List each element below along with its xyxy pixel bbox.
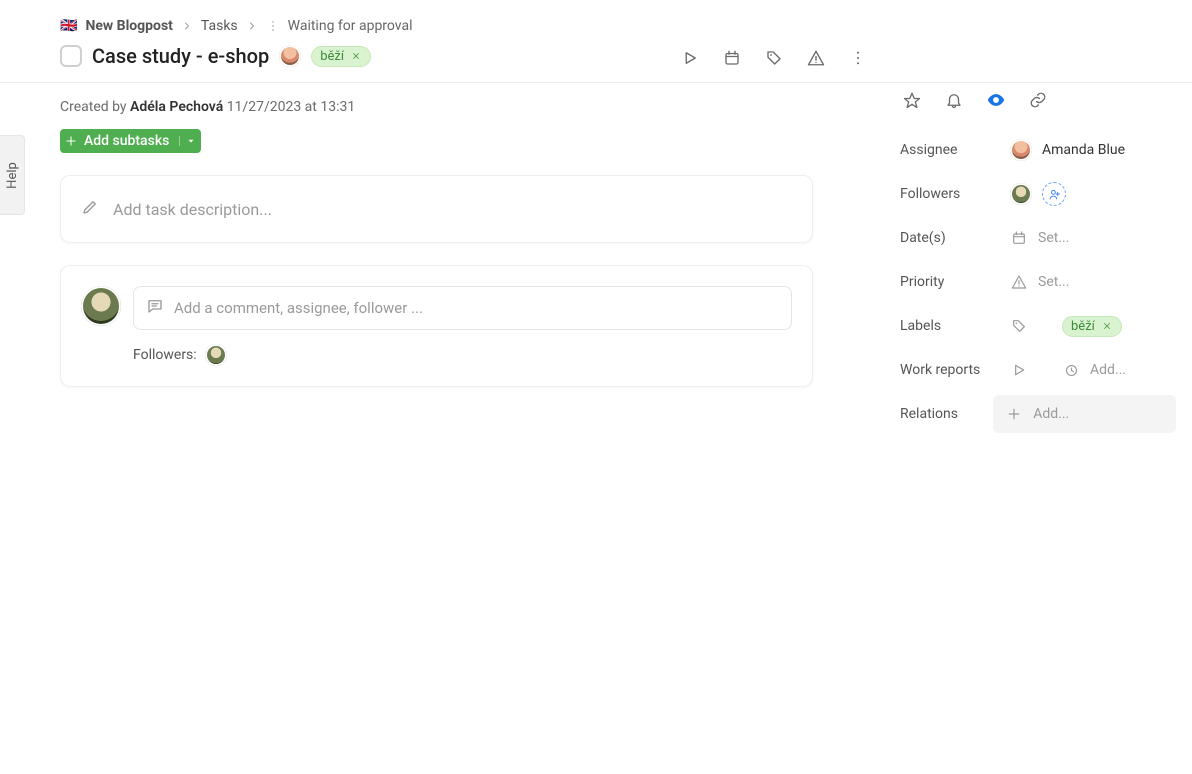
star-icon[interactable] xyxy=(902,90,922,110)
prop-priority[interactable]: Priority Set... xyxy=(900,260,1176,304)
label-text: běží xyxy=(320,49,344,64)
created-prefix: Created by xyxy=(60,99,130,115)
priority-label: Priority xyxy=(900,274,1010,290)
warning-icon xyxy=(1010,273,1028,291)
followers-inline: Followers: xyxy=(133,344,792,366)
play-icon[interactable] xyxy=(680,48,700,68)
priority-value: Set... xyxy=(1038,274,1069,290)
tag-icon xyxy=(1010,317,1028,335)
calendar-icon[interactable] xyxy=(722,48,742,68)
work-reports-value: Add... xyxy=(1090,362,1126,378)
dates-label: Date(s) xyxy=(900,230,1010,246)
link-icon[interactable] xyxy=(1028,90,1048,110)
pencil-icon xyxy=(81,198,99,220)
play-icon xyxy=(1010,361,1028,379)
followers-label: Followers xyxy=(900,186,1010,202)
work-reports-label: Work reports xyxy=(900,362,1010,378)
more-vertical-icon[interactable] xyxy=(266,19,280,33)
more-vertical-icon[interactable] xyxy=(848,48,868,68)
label-pill-panel[interactable]: běží xyxy=(1062,316,1122,337)
comment-input[interactable]: Add a comment, assignee, follower ... xyxy=(133,286,792,330)
comment-card: Add a comment, assignee, follower ... Fo… xyxy=(60,265,813,387)
assignee-avatar[interactable] xyxy=(1010,139,1032,161)
follower-avatar[interactable] xyxy=(205,344,227,366)
chevron-right-icon xyxy=(181,20,193,32)
plus-icon xyxy=(1005,405,1023,423)
flag-icon: 🇬🇧 xyxy=(60,18,77,34)
help-label: Help xyxy=(5,162,20,189)
warning-icon[interactable] xyxy=(806,48,826,68)
breadcrumb: 🇬🇧 New Blogpost Tasks Waiting for approv… xyxy=(0,0,1192,34)
followers-inline-label: Followers: xyxy=(133,347,197,363)
labels-label: Labels xyxy=(900,318,1010,334)
task-checkbox[interactable] xyxy=(60,45,82,67)
dates-value: Set... xyxy=(1038,230,1069,246)
add-subtasks-dropdown[interactable] xyxy=(179,136,201,146)
relations-value: Add... xyxy=(1033,406,1069,422)
description-card: Add task description... xyxy=(60,175,813,243)
eye-icon[interactable] xyxy=(986,90,1006,110)
clock-icon xyxy=(1062,361,1080,379)
current-user-avatar[interactable] xyxy=(81,286,121,326)
right-panel: Assignee Amanda Blue Followers Date(s) S… xyxy=(870,72,1192,436)
assignee-name: Amanda Blue xyxy=(1042,142,1125,158)
tag-icon[interactable] xyxy=(764,48,784,68)
comment-placeholder: Add a comment, assignee, follower ... xyxy=(174,299,423,317)
right-head-actions xyxy=(902,90,1176,110)
chevron-right-icon xyxy=(246,20,258,32)
calendar-icon xyxy=(1010,229,1028,247)
label-pill[interactable]: běží xyxy=(311,46,371,67)
created-meta: Created by Adéla Pechová 11/27/2023 at 1… xyxy=(60,99,870,115)
created-timestamp: 11/27/2023 at 13:31 xyxy=(223,99,355,115)
prop-assignee[interactable]: Assignee Amanda Blue xyxy=(900,128,1176,172)
label-remove-icon[interactable] xyxy=(350,50,362,62)
assignee-label: Assignee xyxy=(900,142,1010,158)
assignee-avatar-inline[interactable] xyxy=(279,45,301,67)
prop-followers[interactable]: Followers xyxy=(900,172,1176,216)
description-input[interactable]: Add task description... xyxy=(81,198,792,220)
title-actions xyxy=(680,48,868,68)
prop-labels[interactable]: Labels běží xyxy=(900,304,1176,348)
prop-relations[interactable]: Relations Add... xyxy=(900,392,1176,436)
label-remove-icon[interactable] xyxy=(1101,320,1113,332)
add-subtasks-label: Add subtasks xyxy=(82,133,179,149)
label-pill-text: běží xyxy=(1071,319,1095,334)
relations-label: Relations xyxy=(900,406,1005,422)
breadcrumb-status: Waiting for approval xyxy=(288,18,413,34)
add-subtasks-button[interactable]: Add subtasks xyxy=(60,129,201,153)
breadcrumb-project[interactable]: New Blogpost xyxy=(85,18,172,34)
follower-avatar-panel[interactable] xyxy=(1010,183,1032,205)
comment-icon xyxy=(146,297,164,319)
plus-icon xyxy=(60,134,82,148)
prop-dates[interactable]: Date(s) Set... xyxy=(900,216,1176,260)
bell-icon[interactable] xyxy=(944,90,964,110)
breadcrumb-tasks[interactable]: Tasks xyxy=(201,18,238,34)
created-author[interactable]: Adéla Pechová xyxy=(130,99,223,115)
add-follower-button[interactable] xyxy=(1042,182,1066,206)
description-placeholder: Add task description... xyxy=(113,200,272,219)
prop-work-reports[interactable]: Work reports Add... xyxy=(900,348,1176,392)
help-tab[interactable]: Help xyxy=(0,135,25,215)
task-title[interactable]: Case study - e-shop xyxy=(92,44,269,68)
